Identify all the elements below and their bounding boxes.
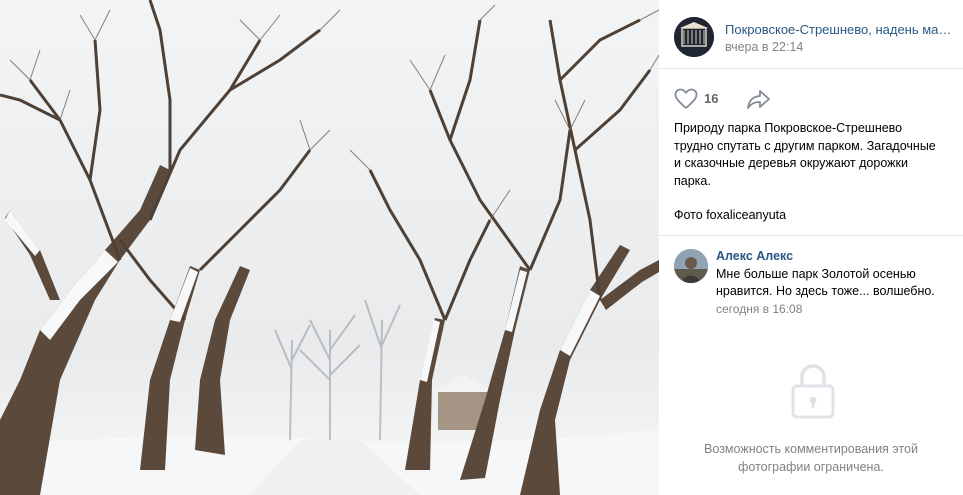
restricted-line: фотографии ограничена. [738,460,884,474]
comments-restricted-notice: Возможность комментирования этой фотогра… [679,440,943,476]
restricted-line: Возможность комментирования этой [704,442,918,456]
like-button[interactable] [674,88,698,110]
comment-text-line: Мне больше парк Золотой осенью [716,267,916,281]
share-arrow-icon [747,90,770,109]
comment-timestamp[interactable]: сегодня в 16:08 [716,302,802,316]
photo-viewer: Покровское-Стрешнево, надень маску вчера… [0,0,963,495]
group-avatar[interactable] [674,17,714,57]
share-button[interactable] [746,88,772,110]
heart-icon [674,88,698,109]
comment-text-line: нравится. Но здесь тоже... волшебно. [716,284,935,298]
winter-trees-illustration [0,0,659,495]
post-panel: Покровское-Стрешнево, надень маску вчера… [659,0,963,495]
post-text: Природу парка Покровское-Стрешнево трудн… [674,120,958,225]
post-text-line: парка. [674,173,711,188]
comment-text: Мне больше парк Золотой осенью нравится.… [716,266,956,300]
post-actions: 16 [659,84,963,114]
comment-author-link[interactable]: Алекс Алекс [716,249,793,263]
like-count: 16 [704,91,719,106]
user-photo-icon [674,249,708,283]
post-text-line: Природу парка Покровское-Стрешнево [674,121,903,135]
post-text-line: и сказочные деревья окружают дорожки [674,156,908,170]
post-header: Покровское-Стрешнево, надень маску вчера… [659,0,963,69]
lock-icon [791,364,835,419]
group-logo-icon [674,17,714,57]
post-timestamp[interactable]: вчера в 22:14 [725,40,803,54]
group-name-link[interactable]: Покровское-Стрешнево, надень маску [725,22,953,37]
post-text-line: трудно спутать с другим парком. Загадочн… [674,138,936,153]
comment-avatar[interactable] [674,249,708,283]
post-photo[interactable] [0,0,659,495]
photo-credit: Фото foxaliceanyuta [674,208,787,222]
divider [659,235,963,236]
